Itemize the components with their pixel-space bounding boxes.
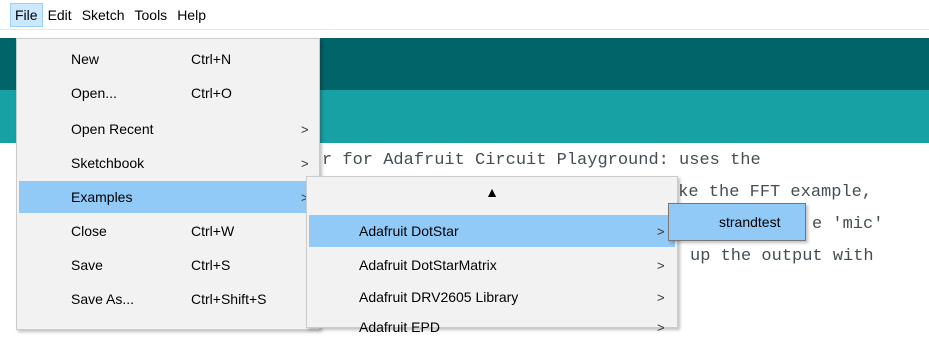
menu-item-shortcut: Ctrl+O: [191, 85, 232, 101]
menu-item-label: Adafruit DRV2605 Library: [359, 289, 519, 305]
file-menu-new[interactable]: New Ctrl+N: [19, 43, 317, 75]
file-menu: New Ctrl+N Open... Ctrl+O Open Recent > …: [16, 38, 320, 330]
chevron-right-icon: >: [657, 319, 665, 335]
scroll-up-arrow-icon[interactable]: ▲: [307, 179, 677, 205]
menu-item-label: Adafruit EPD: [359, 319, 440, 335]
chevron-right-icon: >: [657, 289, 665, 305]
examples-item-adafruit-drv2605[interactable]: Adafruit DRV2605 Library >: [309, 281, 675, 313]
chevron-right-icon: >: [657, 223, 665, 239]
dotstar-submenu: strandtest: [668, 203, 806, 241]
chevron-right-icon: >: [301, 121, 309, 137]
menu-tools[interactable]: Tools: [130, 3, 173, 27]
code-line-4: up the output with: [690, 247, 874, 266]
chevron-right-icon: >: [301, 155, 309, 171]
menu-item-label: strandtest: [719, 214, 781, 230]
menu-edit[interactable]: Edit: [43, 3, 77, 27]
menu-item-label: Adafruit DotStar: [359, 223, 459, 239]
code-line-3: e 'mic': [812, 215, 884, 234]
file-menu-save[interactable]: Save Ctrl+S: [19, 249, 317, 281]
examples-item-adafruit-epd[interactable]: Adafruit EPD >: [309, 311, 675, 343]
menu-item-shortcut: Ctrl+N: [191, 51, 232, 67]
menu-sketch[interactable]: Sketch: [77, 3, 130, 27]
code-line-2: ike the FFT example,: [668, 183, 873, 202]
menu-item-label: Open Recent: [71, 121, 154, 137]
menu-item-label: Save As...: [71, 291, 135, 307]
examples-submenu: ▲ Adafruit DotStar > Adafruit DotStarMat…: [306, 176, 678, 335]
file-menu-sketchbook[interactable]: Sketchbook >: [19, 147, 317, 179]
chevron-right-icon: >: [657, 257, 665, 273]
menu-item-shortcut: Ctrl+W: [191, 223, 235, 239]
menu-item-label: Examples: [71, 189, 133, 205]
file-menu-save-as[interactable]: Save As... Ctrl+Shift+S: [19, 283, 317, 315]
menu-file[interactable]: File: [10, 2, 43, 27]
menu-item-label: Save: [71, 257, 103, 273]
dotstar-item-strandtest[interactable]: strandtest: [669, 206, 805, 238]
code-line-1: r for Adafruit Circuit Playground: uses …: [322, 151, 761, 170]
examples-item-adafruit-dotstarmatrix[interactable]: Adafruit DotStarMatrix >: [309, 249, 675, 281]
file-menu-open-recent[interactable]: Open Recent >: [19, 113, 317, 145]
examples-item-adafruit-dotstar[interactable]: Adafruit DotStar >: [309, 215, 675, 247]
menu-item-label: Adafruit DotStarMatrix: [359, 257, 497, 273]
menu-item-label: Open...: [71, 85, 117, 101]
menu-item-shortcut: Ctrl+S: [191, 257, 231, 273]
menu-bar: File Edit Sketch Tools Help: [0, 0, 929, 30]
menu-item-label: Sketchbook: [71, 155, 145, 171]
file-menu-close[interactable]: Close Ctrl+W: [19, 215, 317, 247]
menu-item-shortcut: Ctrl+Shift+S: [191, 291, 267, 307]
menu-item-label: Close: [71, 223, 107, 239]
menu-item-label: New: [71, 51, 100, 67]
file-menu-open[interactable]: Open... Ctrl+O: [19, 77, 317, 109]
file-menu-examples[interactable]: Examples >: [19, 181, 317, 213]
menu-help[interactable]: Help: [172, 3, 211, 27]
